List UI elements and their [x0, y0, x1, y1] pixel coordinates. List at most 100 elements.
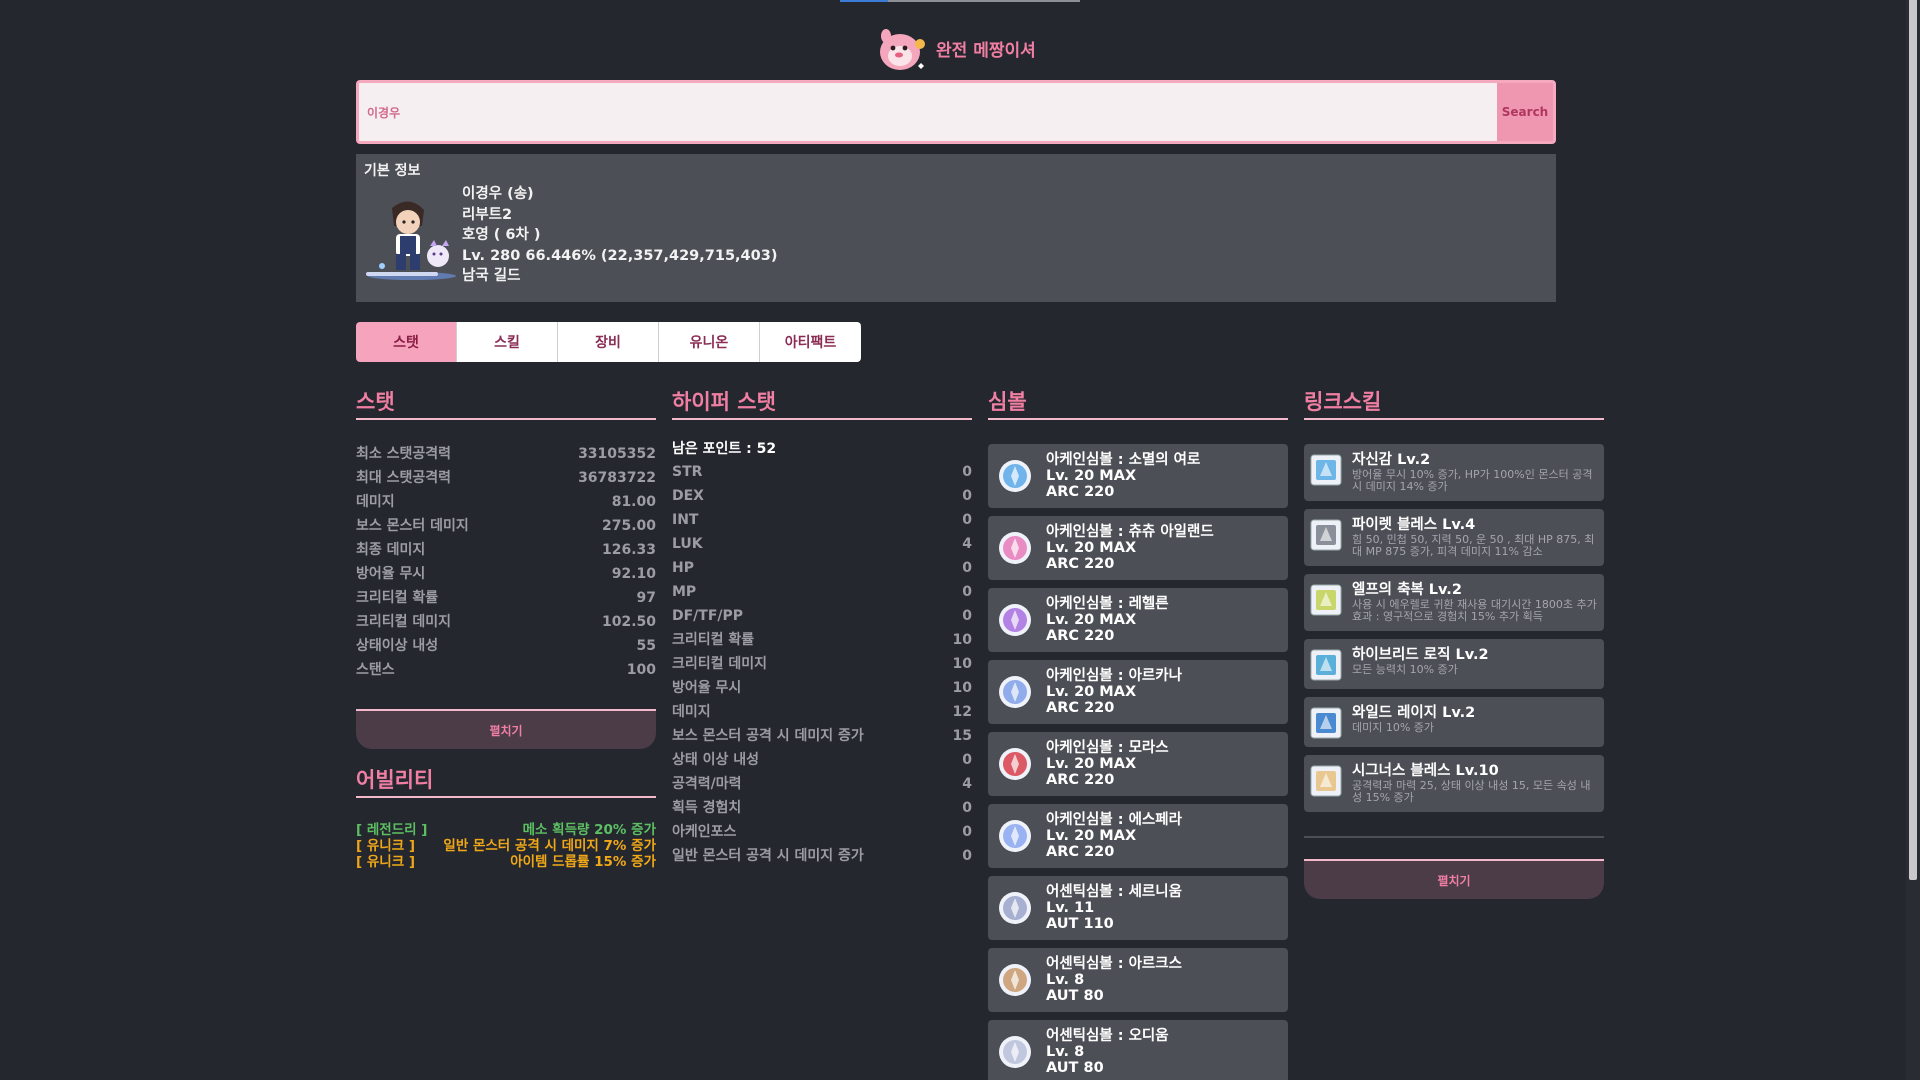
symbol-info: 아케인심볼 : 아르카나 Lv. 20 MAX ARC 220: [1046, 668, 1182, 716]
tab-stat[interactable]: 스탯: [356, 322, 457, 362]
tab-equipment[interactable]: 장비: [558, 322, 659, 362]
link-skill-card[interactable]: 와일드 레이지 Lv.2 데미지 10% 증가: [1304, 697, 1604, 747]
ability-row: [ 유니크 ] 아이템 드롭률 15% 증가: [356, 854, 656, 870]
hyper-stat-value: 0: [962, 752, 972, 768]
stat-label: 크리티컬 데미지: [356, 614, 452, 630]
hyper-stat-row: DF/TF/PP 0: [672, 604, 972, 628]
profile-card: 기본 정보 이경우 (송) 리부트2 호영 ( 6차 ) Lv. 280 66.…: [356, 154, 1556, 302]
stats-list[interactable]: 최소 스탯공격력 33105352 최대 스탯공격력 36783722 데미지 81.00…: [356, 442, 656, 690]
symbol-name: 어센틱심볼 : 오디움: [1046, 1028, 1169, 1044]
symbol-info: 아케인심볼 : 레헬른 Lv. 20 MAX ARC 220: [1046, 596, 1169, 644]
symbol-name: 아케인심볼 : 소멸의 여로: [1046, 452, 1201, 468]
symbol-card[interactable]: 아케인심볼 : 아르카나 Lv. 20 MAX ARC 220: [988, 660, 1288, 724]
symbol-card[interactable]: 아케인심볼 : 소멸의 여로 Lv. 20 MAX ARC 220: [988, 444, 1288, 508]
hyper-stat-row: 방어율 무시 10: [672, 676, 972, 700]
cernium-icon: [998, 891, 1032, 925]
stat-value: 97: [636, 590, 656, 606]
link-skill-card[interactable]: 하이브리드 로직 Lv.2 모든 능력치 10% 증가: [1304, 639, 1604, 689]
arcus-icon: [998, 963, 1032, 997]
link-skill-info: 자신감 Lv.2 방어율 무시 10% 증가, HP가 100%인 몬스터 공격 …: [1352, 452, 1598, 493]
symbol-name: 어센틱심볼 : 세르니움: [1046, 884, 1182, 900]
hyper-stat-value: 0: [962, 560, 972, 576]
link-skill-desc: 사용 시 에우렐로 귀환 재사용 대기시간 1800초 추가효과 : 영구적으로…: [1352, 598, 1597, 623]
hyper-stat-row: 일반 몬스터 공격 시 데미지 증가 0: [672, 844, 972, 868]
symbol-info: 아케인심볼 : 소멸의 여로 Lv. 20 MAX ARC 220: [1046, 452, 1200, 500]
link-skill-card[interactable]: 자신감 Lv.2 방어율 무시 10% 증가, HP가 100%인 몬스터 공격 …: [1304, 444, 1604, 501]
page-scrollbar[interactable]: [1906, 0, 1920, 1080]
link-skill-name: 와일드 레이지 Lv.2: [1352, 705, 1476, 721]
link-skill-info: 시그너스 블레스 Lv.10 공격력과 마력 25, 상태 이상 내성 15, 모…: [1352, 763, 1598, 804]
symbol-info: 어센틱심볼 : 오디움 Lv. 8 AUT 80: [1046, 1028, 1169, 1076]
symbol-card[interactable]: 아케인심볼 : 에스페라 Lv. 20 MAX ARC 220: [988, 804, 1288, 868]
symbol-level: Lv. 20 MAX: [1046, 684, 1137, 700]
symbol-card[interactable]: 아케인심볼 : 츄츄 아일랜드 Lv. 20 MAX ARC 220: [988, 516, 1288, 580]
ability-text: 일반 몬스터 공격 시 데미지 7% 증가: [443, 838, 656, 854]
site-logo[interactable]: 완전 메짱이셔: [874, 22, 1036, 74]
symbol-info: 어센틱심볼 : 세르니움 Lv. 11 AUT 110: [1046, 884, 1182, 932]
symbol-level: Lv. 20 MAX: [1046, 612, 1137, 628]
symbol-card[interactable]: 어센틱심볼 : 아르크스 Lv. 8 AUT 80: [988, 948, 1288, 1012]
symbol-card[interactable]: 아케인심볼 : 모라스 Lv. 20 MAX ARC 220: [988, 732, 1288, 796]
stat-row: 최대 스탯공격력 36783722: [356, 466, 656, 490]
stat-row: 최종 데미지 126.33: [356, 538, 656, 562]
hyper-stat-label: HP: [672, 560, 694, 576]
symbol-card[interactable]: 어센틱심볼 : 세르니움 Lv. 11 AUT 110: [988, 876, 1288, 940]
link-skill-card[interactable]: 파이렛 블레스 Lv.4 힘 50, 민첩 50, 지력 50, 운 50 , 최…: [1304, 509, 1604, 566]
hyper-stat-row: 상태 이상 내성 0: [672, 748, 972, 772]
lachelein-icon: [998, 603, 1032, 637]
link-skill-desc: 데미지 10% 증가: [1352, 721, 1435, 734]
link-skill-card[interactable]: 시그너스 블레스 Lv.10 공격력과 마력 25, 상태 이상 내성 15, 모…: [1304, 755, 1604, 812]
ability-row: [ 레전드리 ] 메소 획득량 20% 증가: [356, 822, 656, 838]
hyper-stat-row: INT 0: [672, 508, 972, 532]
pirate-blessing-icon: [1310, 519, 1342, 551]
hyper-stat-value: 0: [962, 800, 972, 816]
links-expand-button[interactable]: 펼치기: [1304, 859, 1604, 899]
symbol-force: ARC 220: [1046, 484, 1115, 500]
hybrid-logic-icon: [1310, 649, 1342, 681]
hyper-stat-value: 0: [962, 608, 972, 624]
stat-value: 100: [626, 662, 656, 678]
hyper-stat-label: 방어율 무시: [672, 680, 742, 696]
search-button[interactable]: Search: [1497, 83, 1553, 141]
tab-skill[interactable]: 스킬: [457, 322, 558, 362]
hyper-stat-value: 0: [962, 464, 972, 480]
stats-expand-button[interactable]: 펼치기: [356, 709, 656, 749]
tab-bar: 스탯 스킬 장비 유니온 아티팩트: [356, 322, 861, 362]
symbol-card[interactable]: 어센틱심볼 : 오디움 Lv. 8 AUT 80: [988, 1020, 1288, 1080]
ability-row: [ 유니크 ] 일반 몬스터 공격 시 데미지 7% 증가: [356, 838, 656, 854]
symbol-force: AUT 110: [1046, 916, 1114, 932]
ability-grade: [ 유니크 ]: [356, 838, 415, 854]
symbol-level: Lv. 20 MAX: [1046, 828, 1137, 844]
symbol-force: ARC 220: [1046, 772, 1115, 788]
stat-row: 크리티컬 데미지 102.50: [356, 610, 656, 634]
site-title: 완전 메짱이셔: [936, 40, 1036, 61]
link-skill-name: 자신감 Lv.2: [1352, 452, 1431, 468]
ability-grade: [ 레전드리 ]: [356, 822, 428, 838]
hyper-stat-label: MP: [672, 584, 697, 600]
stat-label: 보스 몬스터 데미지: [356, 518, 469, 534]
search-input[interactable]: [359, 83, 1497, 141]
symbol-name: 아케인심볼 : 모라스: [1046, 740, 1169, 756]
link-skill-card[interactable]: 엘프의 축복 Lv.2 사용 시 에우렐로 귀환 재사용 대기시간 1800초 추…: [1304, 574, 1604, 631]
link-skill-desc: 공격력과 마력 25, 상태 이상 내성 15, 모든 속성 내성 15% 증가: [1352, 779, 1591, 804]
stat-row: 방어율 무시 92.10: [356, 562, 656, 586]
hyper-stat-row: 공격력/마력 4: [672, 772, 972, 796]
hyper-stat-value: 0: [962, 488, 972, 504]
character-name: 이경우 (송): [462, 186, 534, 202]
hyper-stat-label: 상태 이상 내성: [672, 752, 760, 768]
hyper-stat-label: LUK: [672, 536, 703, 552]
symbol-card[interactable]: 아케인심볼 : 레헬른 Lv. 20 MAX ARC 220: [988, 588, 1288, 652]
scrollbar-thumb[interactable]: [1909, 0, 1917, 880]
hyper-stat-label: DEX: [672, 488, 704, 504]
symbol-name: 아케인심볼 : 레헬른: [1046, 596, 1169, 612]
hyper-stat-value: 0: [962, 512, 972, 528]
hyper-stat-label: 일반 몬스터 공격 시 데미지 증가: [672, 848, 864, 864]
job-name: 호영 ( 6차 ): [462, 227, 541, 243]
link-skills-title: 링크스킬: [1304, 386, 1604, 420]
link-skill-desc: 모든 능력치 10% 증가: [1352, 663, 1458, 676]
symbol-name: 어센틱심볼 : 아르크스: [1046, 956, 1182, 972]
tab-artifact[interactable]: 아티팩트: [760, 322, 861, 362]
tab-union[interactable]: 유니온: [659, 322, 760, 362]
cygnus-blessing-icon: [1310, 765, 1342, 797]
hyper-remaining-points: 남은 포인트 : 52: [672, 441, 777, 457]
